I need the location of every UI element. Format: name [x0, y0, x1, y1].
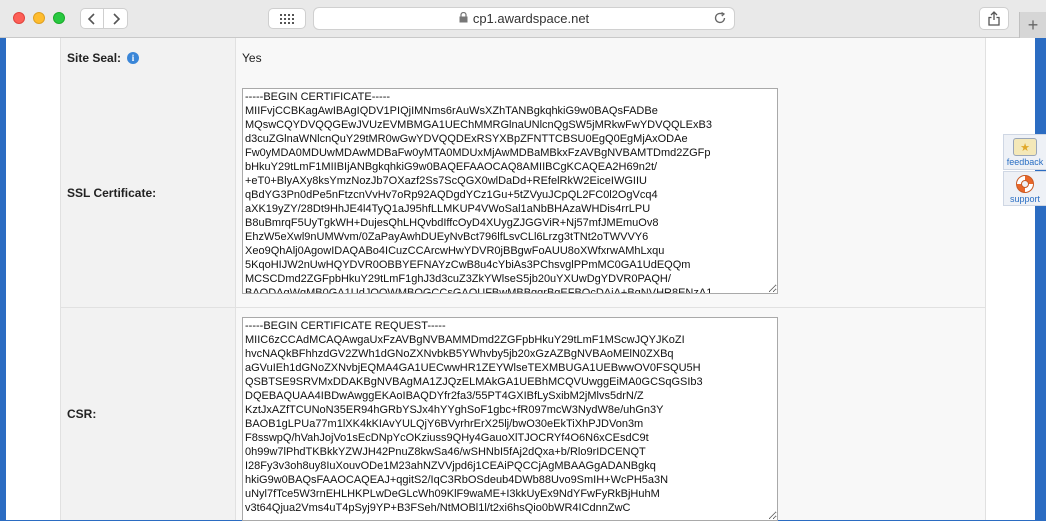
support-widget[interactable]: support [1003, 171, 1046, 206]
lifebuoy-icon [1016, 175, 1034, 193]
info-icon[interactable]: i [127, 52, 140, 64]
feedback-widget[interactable]: ★ feedback [1003, 134, 1046, 170]
csr-row: CSR: [61, 308, 985, 521]
site-seal-label: Site Seal: i [61, 38, 236, 78]
csr-value-cell [236, 308, 985, 521]
tab-overview-button[interactable] [268, 8, 306, 29]
address-url: cp1.awardspace.net [472, 11, 590, 26]
feedback-label: feedback [1006, 157, 1044, 167]
lock-icon [459, 11, 468, 26]
share-icon [988, 11, 1000, 26]
back-button[interactable] [80, 8, 104, 29]
ssl-certificate-value-cell [236, 78, 985, 307]
certificate-details-table: Site Seal: i Yes SSL Certificate: CSR: [60, 38, 986, 521]
site-seal-value: Yes [242, 51, 262, 65]
reload-icon[interactable] [713, 11, 727, 28]
forward-button[interactable] [104, 8, 128, 29]
support-label: support [1009, 194, 1041, 204]
chevron-left-icon [87, 12, 95, 25]
csr-textarea[interactable] [242, 317, 778, 521]
site-seal-row: Site Seal: i Yes [61, 38, 985, 79]
ssl-certificate-label: SSL Certificate: [61, 78, 236, 307]
minimize-window-button[interactable] [33, 12, 45, 24]
csr-label: CSR: [61, 308, 236, 520]
address-bar[interactable]: cp1.awardspace.net [313, 7, 735, 30]
share-button[interactable] [979, 7, 1009, 30]
chevron-right-icon [112, 12, 120, 25]
ssl-certificate-textarea[interactable] [242, 88, 778, 294]
zoom-window-button[interactable] [53, 12, 65, 24]
new-tab-button[interactable]: + [1019, 12, 1046, 38]
ssl-certificate-row: SSL Certificate: [61, 78, 985, 308]
feedback-star-icon: ★ [1013, 138, 1037, 156]
close-window-button[interactable] [13, 12, 25, 24]
site-seal-value-cell: Yes [236, 38, 985, 78]
grid-icon [280, 13, 294, 24]
browser-toolbar: cp1.awardspace.net + [0, 0, 1046, 38]
